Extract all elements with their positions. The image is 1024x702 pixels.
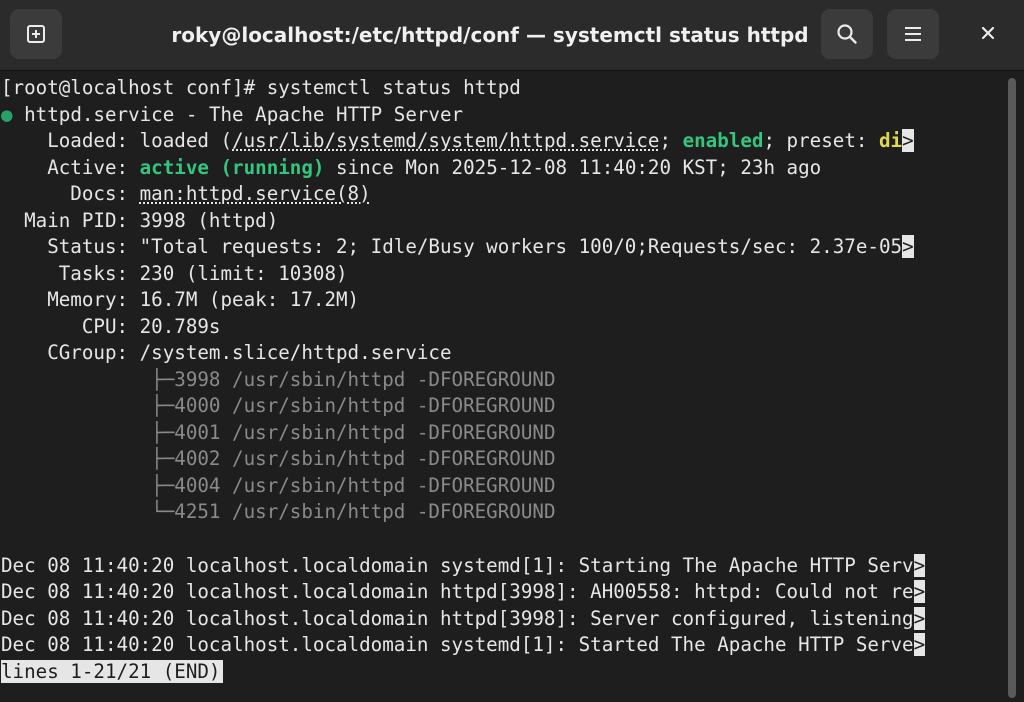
cpu-label: CPU: [1,315,140,338]
active-label: Active: [1,156,140,179]
line-truncated-marker: > [902,235,914,258]
pager-status: lines 1-21/21 (END) [1,660,223,683]
docs-label: Docs: [1,182,140,205]
process-entry: 4002 /usr/sbin/httpd -DFOREGROUND [174,447,556,470]
log-text: Dec 08 11:40:20 localhost.localdomain ht… [1,607,914,630]
main-pid-value: 3998 (httpd) [139,209,279,232]
command-prompt-line: [root@localhost conf]# systemctl status … [1,76,521,99]
loaded-separator: ; [659,129,683,152]
close-window-button[interactable] [962,9,1014,59]
tree-branch: ├─ [1,368,175,391]
process-tree-item: ├─4004 /usr/sbin/httpd -DFOREGROUND [1,473,999,499]
tree-branch: ├─ [1,447,175,470]
search-button[interactable] [821,9,873,59]
log-line: Dec 08 11:40:20 localhost.localdomain sy… [1,632,999,658]
status-value: "Total requests: 2; Idle/Busy workers 10… [139,235,903,258]
loaded-state: loaded ( [139,129,233,152]
line-truncated-marker: > [913,554,926,577]
window-titlebar: roky@localhost:/etc/httpd/conf — systemc… [0,0,1024,71]
log-text: Dec 08 11:40:20 localhost.localdomain sy… [1,554,914,577]
new-tab-icon [26,24,46,44]
active-state: active (running) [139,156,325,179]
main-pid-line: Main PID: 3998 (httpd) [1,208,999,234]
process-entry: 4001 /usr/sbin/httpd -DFOREGROUND [174,421,556,444]
tree-branch: └─ [1,500,175,523]
main-menu-button[interactable] [887,9,939,59]
tree-branch: ├─ [1,421,175,444]
line-truncated-marker: > [913,580,926,603]
scrollbar-thumb[interactable] [1008,78,1016,698]
memory-label: Memory: [1,288,140,311]
process-entry: 4004 /usr/sbin/httpd -DFOREGROUND [174,474,556,497]
log-line: Dec 08 11:40:20 localhost.localdomain sy… [1,553,999,579]
terminal-output[interactable]: [root@localhost conf]# systemctl status … [0,75,1000,702]
preset-label: ; preset: [763,129,879,152]
process-tree-item: ├─4001 /usr/sbin/httpd -DFOREGROUND [1,420,999,446]
tree-branch: ├─ [1,394,175,417]
log-text: Dec 08 11:40:20 localhost.localdomain ht… [1,580,914,603]
docs-line: Docs: man:httpd.service(8) [1,181,999,207]
tasks-line: Tasks: 230 (limit: 10308) [1,261,999,287]
cpu-value: 20.789s [139,315,221,338]
cpu-line: CPU: 20.789s [1,314,999,340]
tasks-label: Tasks: [1,262,140,285]
status-label: Status: [1,235,140,258]
cgroup-label: CGroup: [1,341,140,364]
log-text: Dec 08 11:40:20 localhost.localdomain sy… [1,633,914,656]
tasks-value: 230 (limit: 10308) [139,262,348,285]
service-name: httpd.service - The Apache HTTP Server [12,103,464,126]
loaded-line: Loaded: loaded (/usr/lib/systemd/system/… [1,128,999,154]
line-truncated-marker: > [902,129,914,152]
hamburger-menu-icon [904,26,922,42]
process-entry: 4251 /usr/sbin/httpd -DFOREGROUND [174,500,556,523]
status-line: Status: "Total requests: 2; Idle/Busy wo… [1,234,999,260]
log-line: Dec 08 11:40:20 localhost.localdomain ht… [1,579,999,605]
process-entry: 4000 /usr/sbin/httpd -DFOREGROUND [174,394,556,417]
new-tab-button[interactable] [10,9,62,59]
memory-value: 16.7M (peak: 17.2M) [139,288,360,311]
pager-status-line: lines 1-21/21 (END) [1,659,999,685]
active-since: since Mon 2025-12-08 11:40:20 KST; 23h a… [324,156,822,179]
loaded-label: Loaded: [1,129,140,152]
close-icon [981,25,995,44]
main-pid-label: Main PID: [1,209,140,232]
process-tree-item: ├─4000 /usr/sbin/httpd -DFOREGROUND [1,393,999,419]
service-header-line: ● httpd.service - The Apache HTTP Server [1,102,999,128]
window-title: roky@localhost:/etc/httpd/conf — systemc… [171,23,809,47]
line-truncated-marker: > [913,607,926,630]
active-line: Active: active (running) since Mon 2025-… [1,155,999,181]
memory-line: Memory: 16.7M (peak: 17.2M) [1,287,999,313]
search-icon [836,23,858,45]
process-tree-item: ├─3998 /usr/sbin/httpd -DFOREGROUND [1,367,999,393]
cgroup-value: /system.slice/httpd.service [139,341,452,364]
docs-link[interactable]: man:httpd.service(8) [140,182,371,205]
process-entry: 3998 /usr/sbin/httpd -DFOREGROUND [174,368,556,391]
status-bullet-icon: ● [1,103,13,126]
preset-value: di [878,129,903,152]
cgroup-line: CGroup: /system.slice/httpd.service [1,340,999,366]
enabled-state: enabled [682,129,764,152]
process-tree-item: ├─4002 /usr/sbin/httpd -DFOREGROUND [1,446,999,472]
log-line: Dec 08 11:40:20 localhost.localdomain ht… [1,606,999,632]
process-tree-item: └─4251 /usr/sbin/httpd -DFOREGROUND [1,499,999,525]
tree-branch: ├─ [1,474,175,497]
line-truncated-marker: > [913,633,926,656]
unit-file-path[interactable]: /usr/lib/systemd/system/httpd.service [232,129,659,152]
